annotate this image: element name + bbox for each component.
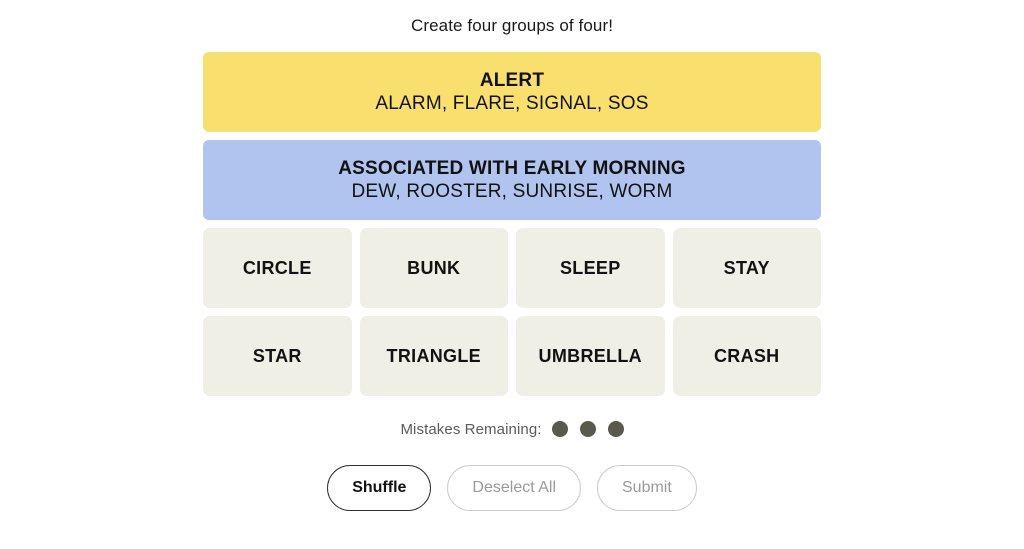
word-tile-bunk[interactable]: BUNK bbox=[359, 228, 508, 309]
solved-group-blue: ASSOCIATED WITH EARLY MORNING DEW, ROOST… bbox=[203, 140, 821, 221]
word-tile-label: UMBRELLA bbox=[538, 346, 642, 367]
word-tile-label: TRIANGLE bbox=[386, 346, 481, 367]
mistakes-remaining: Mistakes Remaining: bbox=[400, 418, 624, 440]
word-tile-crash[interactable]: CRASH bbox=[672, 316, 821, 397]
mistakes-remaining-label: Mistakes Remaining: bbox=[400, 420, 542, 438]
page-title: Create four groups of four! bbox=[410, 16, 614, 35]
game-board: ALERT ALARM, FLARE, SIGNAL, SOS ASSOCIAT… bbox=[203, 52, 821, 397]
deselect-all-button[interactable]: Deselect All bbox=[447, 465, 581, 512]
solved-group-members: ALARM, FLARE, SIGNAL, SOS bbox=[375, 93, 649, 115]
word-tile-label: BUNK bbox=[407, 258, 461, 279]
tile-row: CIRCLE BUNK SLEEP STAY bbox=[203, 228, 821, 309]
word-tile-label: CIRCLE bbox=[242, 258, 312, 279]
word-tile-stay[interactable]: STAY bbox=[672, 228, 821, 309]
word-tile-label: CRASH bbox=[713, 346, 780, 367]
word-tile-triangle[interactable]: TRIANGLE bbox=[359, 316, 508, 397]
word-tile-star[interactable]: STAR bbox=[203, 316, 352, 397]
word-tile-sleep[interactable]: SLEEP bbox=[516, 228, 665, 309]
mistake-dot-icon bbox=[607, 421, 624, 438]
word-tile-circle[interactable]: CIRCLE bbox=[203, 228, 352, 309]
action-buttons: Shuffle Deselect All Submit bbox=[327, 465, 697, 512]
solved-group-title: ASSOCIATED WITH EARLY MORNING bbox=[338, 157, 686, 179]
solved-group-title: ALERT bbox=[479, 69, 545, 91]
word-tile-label: STAY bbox=[723, 258, 770, 279]
shuffle-button[interactable]: Shuffle bbox=[327, 465, 432, 512]
word-tile-umbrella[interactable]: UMBRELLA bbox=[516, 316, 665, 397]
mistake-dots bbox=[551, 421, 624, 438]
mistake-dot-icon bbox=[551, 421, 568, 438]
mistake-dot-icon bbox=[579, 421, 596, 438]
word-tile-label: SLEEP bbox=[559, 258, 621, 279]
connections-game-page: Create four groups of four! ALERT ALARM,… bbox=[0, 0, 1024, 549]
solved-group-members: DEW, ROOSTER, SUNRISE, WORM bbox=[351, 181, 673, 203]
submit-button[interactable]: Submit bbox=[597, 465, 697, 512]
tile-row: STAR TRIANGLE UMBRELLA CRASH bbox=[203, 316, 821, 397]
word-tile-label: STAR bbox=[252, 346, 302, 367]
solved-group-yellow: ALERT ALARM, FLARE, SIGNAL, SOS bbox=[203, 52, 821, 133]
